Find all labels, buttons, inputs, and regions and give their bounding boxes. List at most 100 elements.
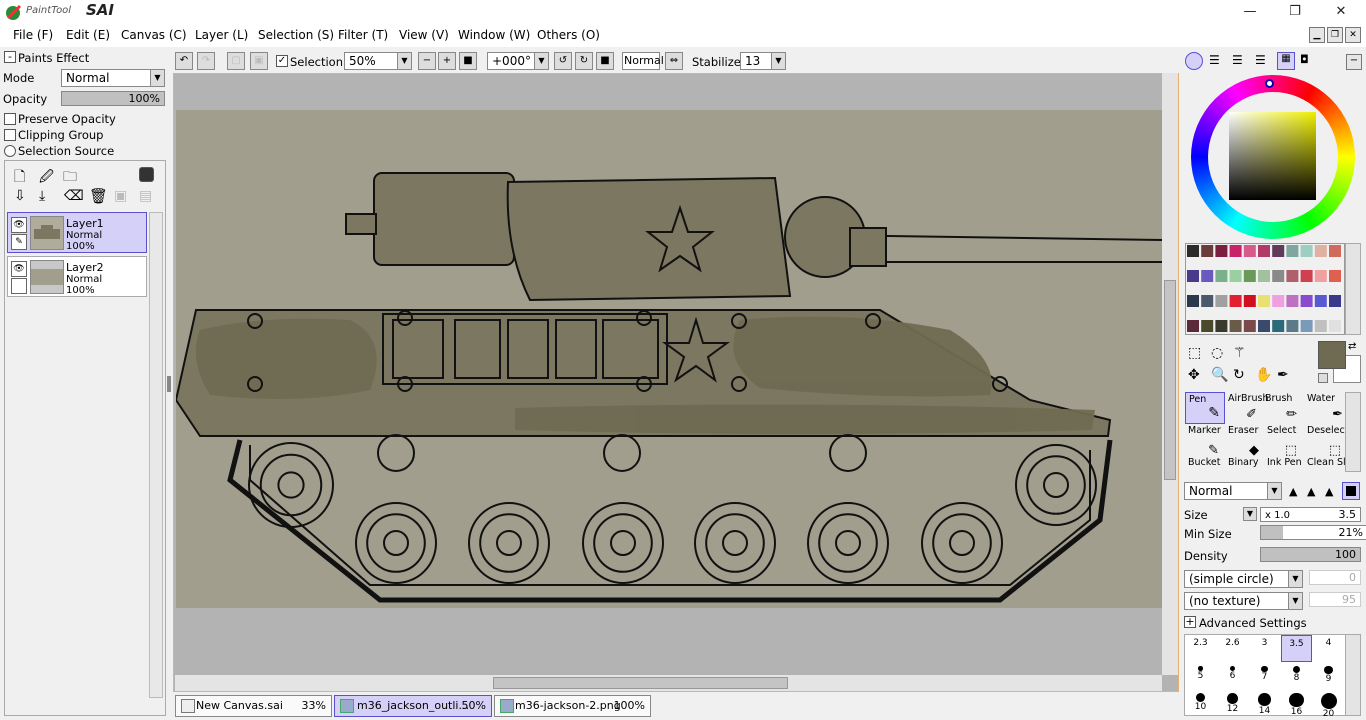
eyedropper-icon[interactable]: ✒ xyxy=(1277,367,1289,383)
rotate-reset-icon[interactable]: ■ xyxy=(596,52,614,70)
brush-size-preset[interactable]: 3.5 xyxy=(1281,635,1312,662)
menu-canvas[interactable]: Canvas (C) xyxy=(121,28,187,42)
canvas-horizontal-scrollbar[interactable] xyxy=(175,675,1162,691)
layer-mask-icon[interactable] xyxy=(139,167,154,182)
panel-splitter[interactable] xyxy=(167,376,171,392)
transfer-down-icon[interactable]: ⇩ xyxy=(14,188,26,204)
zoom-out-icon[interactable]: − xyxy=(418,52,436,70)
lasso-icon[interactable]: ◌ xyxy=(1211,345,1223,361)
layer-item-layer2[interactable]: 👁 Layer2 Normal 100% xyxy=(7,256,147,297)
primary-color-swatch[interactable] xyxy=(1318,341,1346,369)
zoom-icon[interactable]: 🔍 xyxy=(1211,367,1228,383)
rotate-right-icon[interactable]: ↻ xyxy=(575,52,593,70)
size-mult-dropdown[interactable]: ▼ xyxy=(1243,507,1257,521)
layer-item-layer1[interactable]: 👁 ✎ Layer1 Normal 100% xyxy=(7,212,147,253)
tool-deselect[interactable]: Deselect ⬚ xyxy=(1305,424,1348,458)
tool-airbrush[interactable]: AirBrush ✐ xyxy=(1225,392,1268,424)
tab-m36-jackson-2[interactable]: m36-jackson-2.png 100% xyxy=(494,695,651,717)
tool-select[interactable]: Select ⬚ xyxy=(1265,424,1305,458)
canvas-vertical-scrollbar[interactable] xyxy=(1162,73,1178,675)
brush-size-preset[interactable]: 7 xyxy=(1249,662,1280,689)
visibility-eye-icon[interactable]: 👁 xyxy=(11,217,27,233)
rgb-slider-tab-icon[interactable]: ☰ xyxy=(1209,53,1225,69)
swatch-grid[interactable] xyxy=(1185,243,1345,335)
brush-size-scrollbar[interactable] xyxy=(1345,634,1361,716)
mixer-tab-icon[interactable]: ☰ xyxy=(1255,53,1271,69)
move-icon[interactable]: ✥ xyxy=(1188,367,1200,383)
scratchpad-tab-icon[interactable]: ◘ xyxy=(1300,53,1316,69)
mode-select[interactable]: Normal ▼ xyxy=(61,69,165,87)
brush-size-preset[interactable]: 5 xyxy=(1185,662,1216,689)
menu-selection[interactable]: Selection (S) xyxy=(258,28,334,42)
brush-texture-select[interactable]: (no texture) ▼ xyxy=(1184,592,1303,610)
paint-lock-icon[interactable] xyxy=(11,278,27,294)
mdi-close-button[interactable]: ✕ xyxy=(1345,27,1361,43)
swatch-scrollbar[interactable] xyxy=(1345,243,1361,335)
tool-ink-pen[interactable]: Ink Pen xyxy=(1265,456,1305,472)
saturation-value-square[interactable] xyxy=(1229,112,1316,200)
brush-size-preset[interactable]: 14 xyxy=(1249,689,1280,716)
tool-pen[interactable]: Pen ✎ xyxy=(1185,392,1225,424)
tool-water[interactable]: Water ✒ xyxy=(1305,392,1345,424)
brush-shape-buttons[interactable]: ▲ ▲ ▲ xyxy=(1287,482,1361,500)
hand-icon[interactable]: ✋ xyxy=(1255,367,1272,383)
color-wheel-tab-icon[interactable] xyxy=(1185,52,1203,70)
swatches-tab-icon[interactable]: ▦ xyxy=(1277,52,1295,70)
delete-layer-icon[interactable]: 🗑 xyxy=(89,187,108,205)
menu-others[interactable]: Others (O) xyxy=(537,28,600,42)
brush-size-preset[interactable]: 16 xyxy=(1281,689,1312,717)
clear-layer-icon[interactable]: ⌫ xyxy=(64,188,84,204)
tool-marker[interactable]: Marker ✎ xyxy=(1185,424,1225,458)
rotate-left-icon[interactable]: ↺ xyxy=(554,52,572,70)
tool-eraser[interactable]: Eraser ◆ xyxy=(1225,424,1265,458)
collapse-icon[interactable]: - xyxy=(4,51,16,63)
clipping-group-checkbox[interactable] xyxy=(4,129,16,141)
scroll-thumb-vertical[interactable] xyxy=(1164,280,1176,480)
menu-filter[interactable]: Filter (T) xyxy=(338,28,388,42)
brush-size-preset[interactable]: 20 xyxy=(1313,689,1344,719)
rotation-select[interactable]: +000° ▼ xyxy=(487,52,549,70)
view-blend-select[interactable]: Normal xyxy=(622,52,664,70)
min-size-slider[interactable]: 21% xyxy=(1260,525,1366,540)
menu-view[interactable]: View (V) xyxy=(399,28,449,42)
reset-colors-icon[interactable] xyxy=(1318,373,1328,383)
merge-down-icon[interactable]: ⤓ xyxy=(39,188,45,204)
color-wheel[interactable] xyxy=(1191,75,1355,239)
canvas-viewport[interactable] xyxy=(173,73,1179,692)
rotate-icon[interactable]: ↻ xyxy=(1233,367,1245,383)
brush-size-preset[interactable]: 3 xyxy=(1249,635,1280,662)
zoom-in-icon[interactable]: + xyxy=(438,52,456,70)
mdi-restore-button[interactable]: ❐ xyxy=(1327,27,1343,43)
menu-file[interactable]: File (F) xyxy=(13,28,53,42)
brush-size-preset[interactable]: 2.3 xyxy=(1185,635,1216,662)
stabilizer-select[interactable]: 13 ▼ xyxy=(740,52,786,70)
swap-colors-icon[interactable]: ⇄ xyxy=(1348,341,1356,352)
menu-edit[interactable]: Edit (E) xyxy=(66,28,110,42)
brush-shape-select[interactable]: (simple circle) ▼ xyxy=(1184,570,1303,588)
advanced-settings-label[interactable]: Advanced Settings xyxy=(1199,616,1307,630)
opacity-slider[interactable]: 100% xyxy=(61,91,165,106)
panel-close-icon[interactable]: − xyxy=(1346,54,1362,70)
rect-select-icon[interactable]: ⬚ xyxy=(1188,345,1201,361)
hsv-slider-tab-icon[interactable]: ☰ xyxy=(1232,53,1248,69)
minimize-button[interactable]: — xyxy=(1228,2,1272,22)
new-linework-layer-icon[interactable]: 🖉 xyxy=(39,166,54,190)
brush-size-preset[interactable]: 9 xyxy=(1313,662,1344,689)
layer-scrollbar[interactable] xyxy=(149,212,163,698)
zoom-select[interactable]: 50% ▼ xyxy=(344,52,412,70)
size-slider[interactable]: x 1.0 3.5 xyxy=(1260,507,1361,522)
menu-window[interactable]: Window (W) xyxy=(458,28,530,42)
brush-blend-select[interactable]: Normal ▼ xyxy=(1184,482,1282,500)
menu-layer[interactable]: Layer (L) xyxy=(195,28,248,42)
selection-checkbox[interactable]: ✓ xyxy=(276,55,288,67)
brush-size-preset[interactable]: 2.6 xyxy=(1217,635,1248,662)
mdi-minimize-button[interactable]: ▁ xyxy=(1309,27,1325,43)
new-layer-icon[interactable]: 🗋 xyxy=(14,166,25,190)
undo-icon[interactable]: ↶ xyxy=(175,52,193,70)
preserve-opacity-checkbox[interactable] xyxy=(4,113,16,125)
tab-new-canvas[interactable]: New Canvas.sai 33% xyxy=(175,695,332,717)
density-slider[interactable]: 100 xyxy=(1260,547,1361,562)
tab-m36-jackson-outline[interactable]: m36_jackson_outli... 50% xyxy=(334,695,492,717)
close-button[interactable]: ✕ xyxy=(1319,2,1363,22)
tool-scrollbar[interactable] xyxy=(1345,392,1361,472)
